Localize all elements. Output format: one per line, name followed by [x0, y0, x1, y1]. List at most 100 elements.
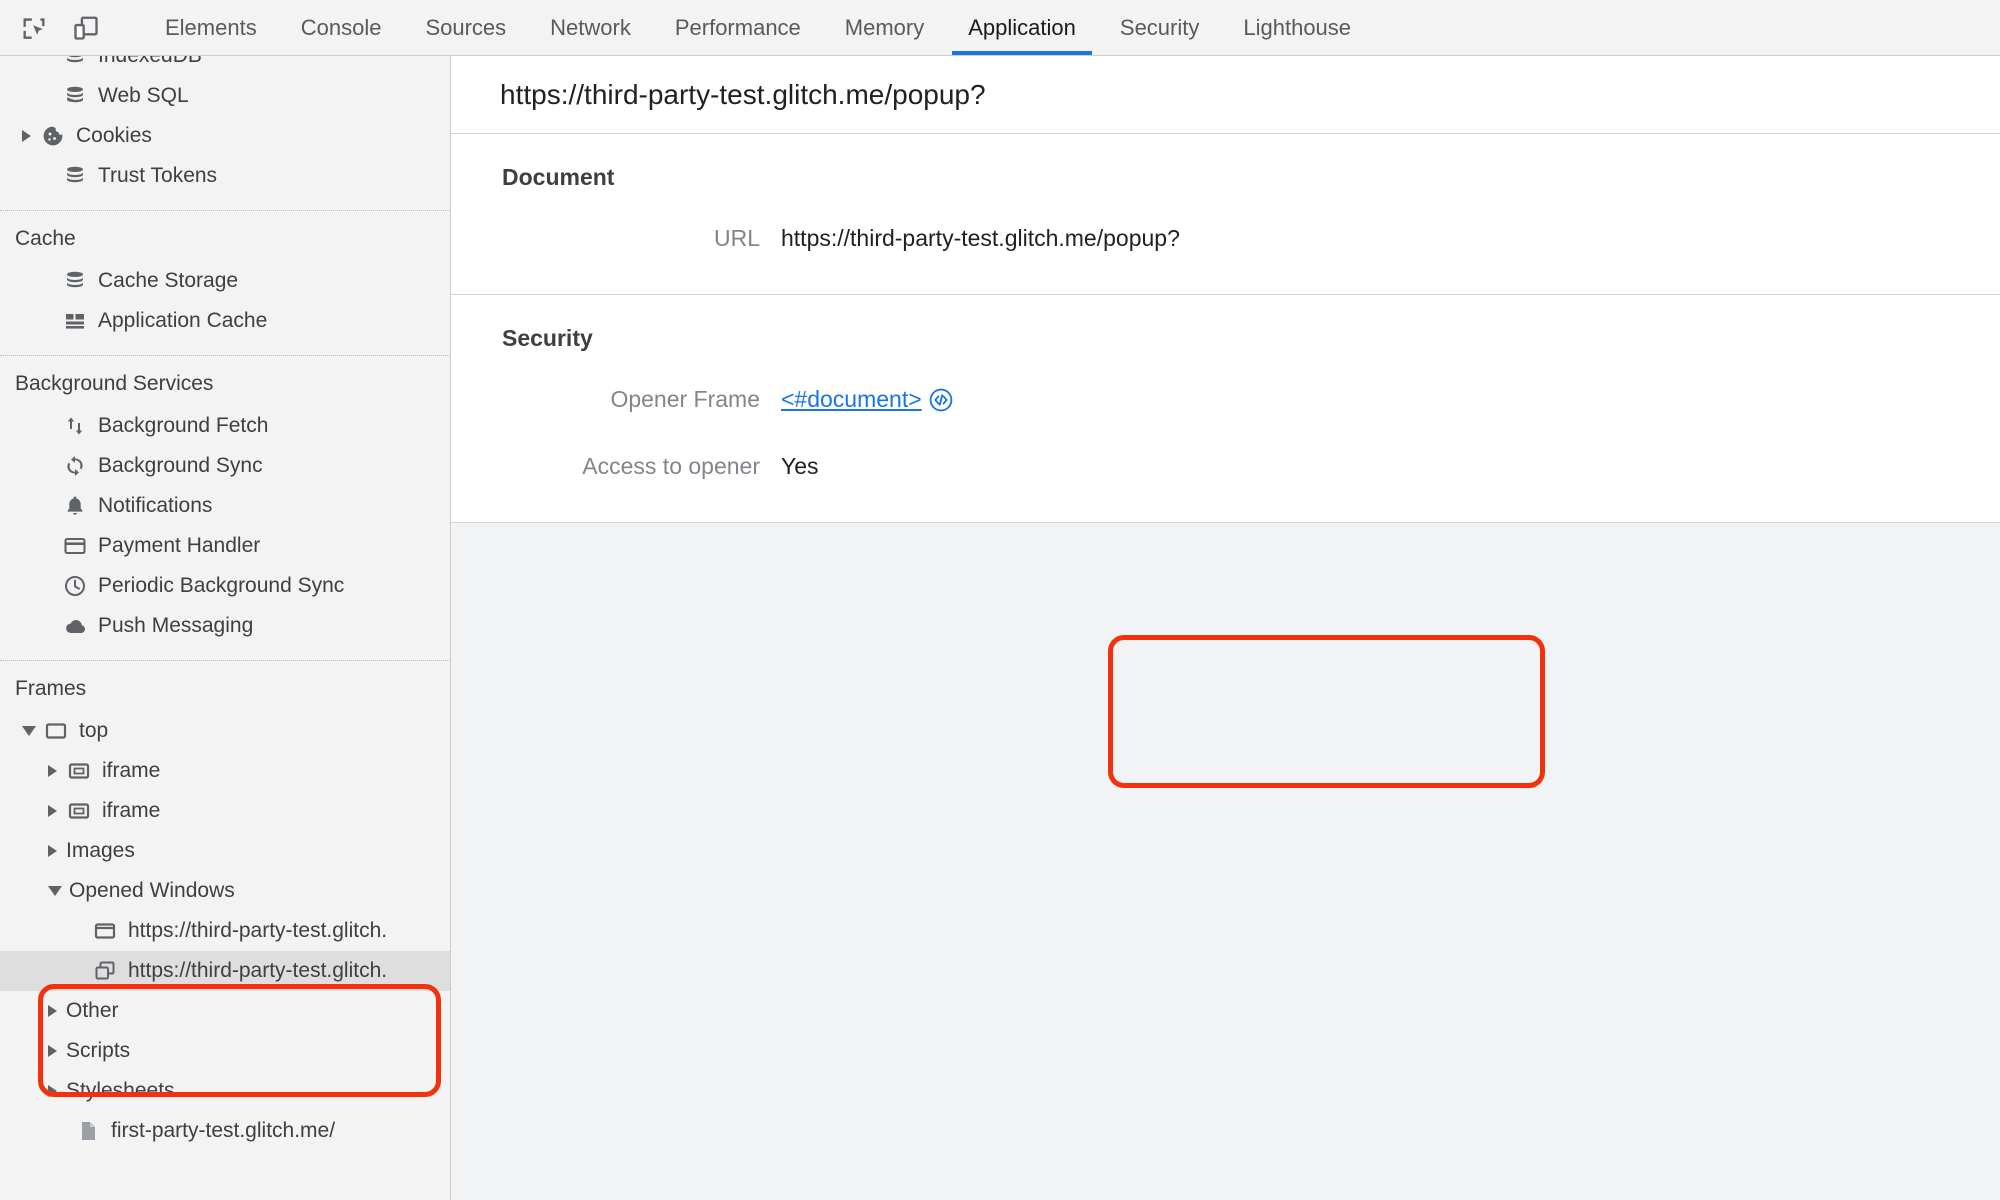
- sidebar-item-application-cache[interactable]: Application Cache: [0, 301, 450, 341]
- sidebar-item-websql-label: Web SQL: [98, 84, 189, 107]
- cloud-icon: [62, 613, 88, 639]
- frame-node-opened-window-2[interactable]: https://third-party-test.glitch.: [0, 951, 450, 991]
- tab-application[interactable]: Application: [946, 0, 1098, 55]
- frame-node-opened-windows[interactable]: Opened Windows: [0, 871, 450, 911]
- sidebar-item-payment-handler-label: Payment Handler: [98, 534, 261, 557]
- frame-node-iframe-2[interactable]: iframe: [0, 791, 450, 831]
- sidebar-item-background-sync[interactable]: Background Sync: [0, 446, 450, 486]
- sidebar-item-push-messaging[interactable]: Push Messaging: [0, 606, 450, 646]
- chevron-right-icon[interactable]: [22, 130, 31, 142]
- frame-node-stylesheets-label: Stylesheets: [66, 1079, 175, 1102]
- tab-lighthouse[interactable]: Lighthouse: [1221, 0, 1373, 55]
- tab-network[interactable]: Network: [528, 0, 653, 55]
- sidebar-item-cache-storage[interactable]: Cache Storage: [0, 261, 450, 301]
- sidebar-item-indexeddb-label: IndexedDB: [98, 56, 202, 68]
- tab-network-label: Network: [550, 14, 631, 40]
- devtools-toolbar: Elements Console Sources Network Perform…: [0, 0, 2000, 56]
- chevron-down-icon[interactable]: [22, 726, 36, 736]
- chevron-down-icon[interactable]: [48, 886, 62, 896]
- chevron-right-icon[interactable]: [48, 845, 57, 857]
- frame-node-stylesheet-file-label: first-party-test.glitch.me/: [111, 1119, 336, 1142]
- opener-frame-row: Opener Frame <#document>: [451, 386, 2000, 413]
- sidebar-item-background-fetch[interactable]: Background Fetch: [0, 406, 450, 446]
- frame-node-iframe-2-label: iframe: [102, 799, 161, 822]
- background-services-group: Background Services Background Fetch Bac…: [0, 356, 450, 646]
- opener-frame-link[interactable]: <#document>: [781, 386, 922, 413]
- frames-group: Frames top iframe iframe Images Opened W…: [0, 661, 450, 1151]
- sidebar-item-notifications[interactable]: Notifications: [0, 486, 450, 526]
- sidebar-item-push-messaging-label: Push Messaging: [98, 614, 254, 637]
- tab-sources-label: Sources: [425, 14, 507, 40]
- chevron-right-icon[interactable]: [48, 805, 57, 817]
- page-title: https://third-party-test.glitch.me/popup…: [451, 56, 2000, 134]
- tab-security-label: Security: [1119, 14, 1200, 40]
- sidebar-item-trust-tokens[interactable]: Trust Tokens: [0, 156, 450, 196]
- background-services-section-title: Background Services: [15, 372, 214, 395]
- opener-frame-value: <#document>: [781, 386, 954, 413]
- security-section: Security Opener Frame <#document> Access…: [451, 295, 2000, 788]
- document-url-label: URL: [713, 225, 760, 251]
- frame-node-images-label: Images: [66, 839, 135, 862]
- chevron-right-icon[interactable]: [48, 1045, 57, 1057]
- chevron-right-icon[interactable]: [48, 765, 57, 777]
- iframe-icon: [66, 798, 92, 824]
- opener-frame-label: Opener Frame: [610, 386, 760, 412]
- storage-group: IndexedDB Web SQL Cookies: [0, 56, 450, 196]
- frame-node-opened-window-1[interactable]: https://third-party-test.glitch.: [0, 911, 450, 951]
- database-icon: [62, 56, 88, 69]
- device-toolbar-button[interactable]: [66, 8, 106, 48]
- device-toolbar-icon: [74, 16, 98, 40]
- sidebar-item-notifications-label: Notifications: [98, 494, 213, 517]
- frame-node-images[interactable]: Images: [0, 831, 450, 871]
- sidebar-item-periodic-background-sync[interactable]: Periodic Background Sync: [0, 566, 450, 606]
- frame-node-stylesheets[interactable]: Stylesheets: [0, 1071, 450, 1111]
- document-section: Document URL https://third-party-test.gl…: [451, 134, 2000, 295]
- sidebar-item-application-cache-label: Application Cache: [98, 309, 268, 332]
- chevron-right-icon[interactable]: [48, 1005, 57, 1017]
- frame-node-other-label: Other: [66, 999, 119, 1022]
- code-brackets-icon[interactable]: [928, 387, 954, 413]
- frame-node-opened-window-2-label: https://third-party-test.glitch.: [128, 959, 388, 982]
- sidebar-item-indexeddb[interactable]: IndexedDB: [0, 56, 450, 76]
- frame-details-panel: https://third-party-test.glitch.me/popup…: [451, 56, 2000, 1200]
- chevron-right-icon[interactable]: [48, 1085, 57, 1097]
- frame-node-stylesheet-file[interactable]: first-party-test.glitch.me/: [0, 1111, 450, 1151]
- sidebar-item-periodic-background-sync-label: Periodic Background Sync: [98, 574, 345, 597]
- arrows-up-down-icon: [62, 413, 88, 439]
- tab-elements[interactable]: Elements: [143, 0, 279, 55]
- document-url-row: URL https://third-party-test.glitch.me/p…: [451, 225, 2000, 252]
- cookie-icon: [40, 123, 66, 149]
- tab-security[interactable]: Security: [1098, 0, 1221, 55]
- clock-icon: [62, 573, 88, 599]
- frame-node-opened-windows-label: Opened Windows: [69, 879, 235, 902]
- tab-memory[interactable]: Memory: [823, 0, 946, 55]
- tab-lighthouse-label: Lighthouse: [1243, 14, 1352, 40]
- access-to-opener-row: Access to opener Yes: [451, 453, 2000, 480]
- frame-node-top-label: top: [79, 719, 109, 742]
- sidebar-item-trust-tokens-label: Trust Tokens: [98, 164, 218, 187]
- application-sidebar[interactable]: IndexedDB Web SQL Cookies: [0, 56, 451, 1200]
- tab-sources[interactable]: Sources: [403, 0, 528, 55]
- tab-elements-label: Elements: [165, 14, 257, 40]
- bell-icon: [62, 493, 88, 519]
- frame-node-other[interactable]: Other: [0, 991, 450, 1031]
- frame-node-iframe-1[interactable]: iframe: [0, 751, 450, 791]
- file-icon: [75, 1118, 101, 1144]
- grid-icon: [62, 308, 88, 334]
- devtools-window: Elements Console Sources Network Perform…: [0, 0, 2000, 1200]
- empty-panel-area: [451, 523, 2000, 1200]
- tab-performance[interactable]: Performance: [653, 0, 823, 55]
- inspect-element-button[interactable]: [14, 8, 54, 48]
- sidebar-item-background-sync-label: Background Sync: [98, 454, 263, 477]
- tab-application-label: Application: [968, 14, 1076, 40]
- sidebar-item-websql[interactable]: Web SQL: [0, 76, 450, 116]
- tab-console[interactable]: Console: [279, 0, 404, 55]
- database-icon: [62, 268, 88, 294]
- frame-node-scripts[interactable]: Scripts: [0, 1031, 450, 1071]
- frame-node-top[interactable]: top: [0, 711, 450, 751]
- sidebar-item-cookies[interactable]: Cookies: [0, 116, 450, 156]
- inspect-element-icon: [23, 17, 45, 39]
- frames-section-title: Frames: [15, 677, 87, 700]
- tab-performance-label: Performance: [674, 14, 801, 40]
- sidebar-item-payment-handler[interactable]: Payment Handler: [0, 526, 450, 566]
